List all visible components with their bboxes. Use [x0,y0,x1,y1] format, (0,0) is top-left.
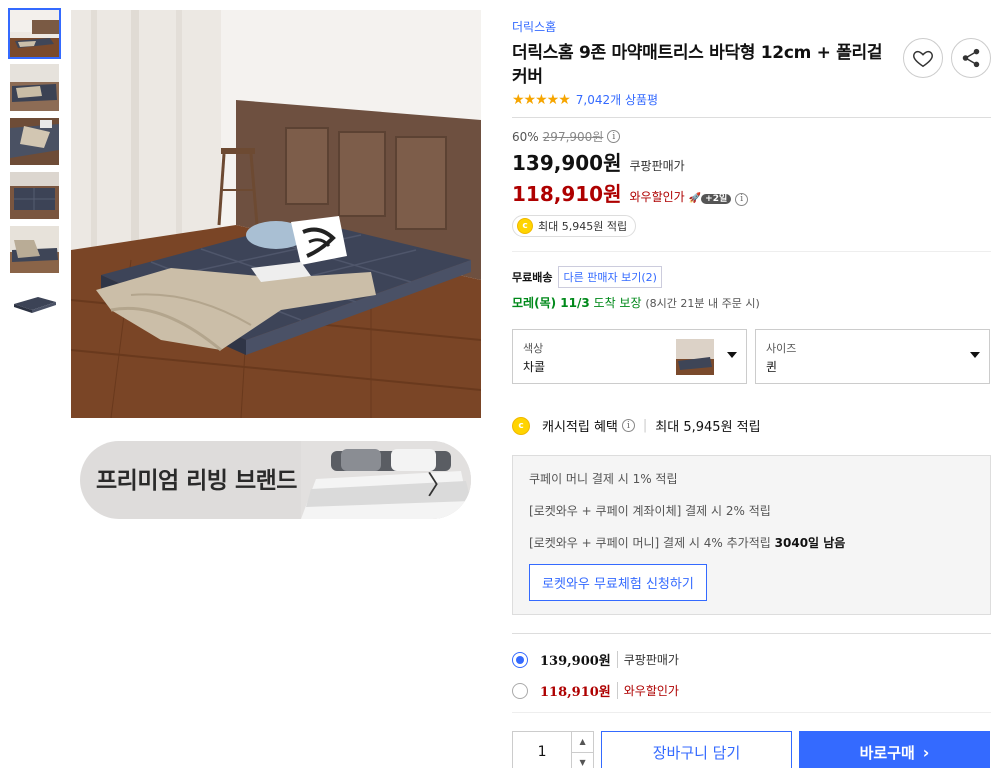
price-option-label: 쿠팡판매가 [616,651,679,668]
cashback-row: c 캐시적립 혜택 i | 최대 5,945원 적립 [512,416,991,435]
review-count-link[interactable]: 7,042개 상품평 [576,91,658,108]
price-option-label: 와우할인가 [616,682,679,699]
thumbnail-4[interactable] [10,172,59,219]
delivery-info: 무료배송 다른 판매자 보기(2) 모레(목) 11/3 도착 보장 (8시간 … [512,266,991,311]
coin-icon: c [512,416,530,435]
banner-chevron-right-icon: 〉 [426,471,453,501]
arrival-info: 모레(목) 11/3 도착 보장 (8시간 21분 내 주문 시) [512,294,991,311]
thumbnail-image [10,172,59,219]
rocket-wow-trial-button[interactable]: 로켓와우 무료체험 신청하기 [529,564,707,601]
benefit-line-1: 쿠페이 머니 결제 시 1% 적립 [529,472,678,486]
star-rating: ★★★★★ [512,91,571,108]
wow-price-label: 와우할인가 [629,190,685,204]
price-option-price: 118,910원 [540,685,611,700]
size-select[interactable]: 사이즈 퀸 [755,329,990,384]
original-price: 297,900원 [542,130,604,144]
divider [512,712,991,713]
chevron-down-icon [727,352,737,358]
discount-rate: 60% [512,129,539,144]
quantity-buttons: ▲ ▼ [572,732,593,768]
info-icon[interactable]: i [607,130,621,143]
arrival-note: (8시간 21분 내 주문 시) [645,297,760,310]
buy-now-button[interactable]: 바로구매 › [799,731,990,768]
brand-link[interactable]: 더릭스홈 [512,18,991,35]
wow-price: 118,910원 [512,182,622,206]
info-icon[interactable]: i [735,192,749,206]
coin-icon: c [517,218,533,234]
quantity-stepper: 1 ▲ ▼ [512,731,594,768]
quantity-decrease-icon[interactable]: ▼ [572,753,593,768]
thumbnail-image [10,64,59,111]
original-price-row: 60% 297,900원 i [512,128,991,145]
quantity-increase-icon[interactable]: ▲ [572,732,593,753]
premium-living-banner[interactable]: 프리미엄 리빙 브랜드 〉 [80,441,471,519]
banner-text: 프리미엄 리빙 브랜드 [96,468,297,494]
sale-price-label: 쿠팡판매가 [629,159,685,173]
chevron-down-icon [970,352,980,358]
size-select-value: 퀸 [766,360,778,374]
size-select-label: 사이즈 [766,342,797,355]
rocket-icon: 🚀 +2일 [689,191,732,204]
color-select[interactable]: 색상 차콜 [512,329,747,384]
other-sellers-button[interactable]: 다른 판매자 보기(2) [558,266,662,288]
color-option-thumbnail [676,339,714,375]
price-option-price: 139,900원 [540,654,611,669]
thumbnail-2[interactable] [10,64,59,111]
product-info-panel: 더릭스홈 더릭스홈 9존 마약매트리스 바닥형 12cm + 폴리겉커버 ★★★… [512,10,991,768]
benefit-line-3: [로켓와우 + 쿠페이 머니] 결제 시 4% 추가적립 3040일 남음 [529,534,974,551]
wishlist-button[interactable] [903,38,943,78]
thumbnail-list [8,8,61,334]
benefit-line-2: [로켓와우 + 쿠페이 계좌이체] 결제 시 2% 적립 [529,504,771,518]
price-block: 60% 297,900원 i 139,900원 쿠팡판매가 118,910원 와… [512,128,991,237]
heart-icon [913,50,933,68]
buy-now-label: 바로구매 [859,743,915,762]
add-to-cart-button[interactable]: 장바구니 담기 [601,731,792,768]
separator: | [642,418,648,433]
thumbnail-image [10,280,59,327]
share-icon [962,48,980,68]
price-option-sale[interactable]: 139,900원 쿠팡판매가 [512,650,991,669]
purchase-actions: 1 ▲ ▼ 장바구니 담기 바로구매 › [512,731,991,768]
info-icon[interactable]: i [621,419,635,432]
main-product-image[interactable] [71,10,481,418]
thumbnail-3[interactable] [10,118,59,165]
sale-price-row: 139,900원 쿠팡판매가 [512,147,991,176]
divider [512,117,991,118]
option-selectors: 색상 차콜 사이즈 퀸 [512,329,991,384]
arrival-date: 모레(목) 11/3 [512,296,590,310]
cashback-title: 캐시적립 혜택 [542,420,618,435]
free-shipping-label: 무료배송 [512,271,553,284]
thumbnail-image [10,10,59,57]
share-button[interactable] [951,38,991,78]
reward-badge: c 최대 5,945원 적립 [512,215,637,237]
thumbnail-5[interactable] [10,226,59,273]
price-option-list: 139,900원 쿠팡판매가 118,910원 와우할인가 [512,633,991,700]
reward-text: 최대 5,945원 적립 [538,220,628,233]
thumbnail-image [10,226,59,273]
quantity-input[interactable]: 1 [513,732,573,768]
rocket-badge-text: +2일 [701,194,732,204]
shipping-row: 무료배송 다른 판매자 보기(2) [512,266,991,288]
product-title: 더릭스홈 9존 마약매트리스 바닥형 12cm + 폴리겉커버 [512,43,883,87]
sale-price: 139,900원 [512,151,622,175]
product-photo [71,10,481,418]
divider [512,251,991,252]
thumbnail-1[interactable] [8,8,61,59]
chevron-right-icon: › [922,742,930,762]
rating-row: ★★★★★ 7,042개 상품평 [512,91,991,108]
benefit-days-left: 3040일 남음 [774,536,846,550]
radio-button[interactable] [512,682,528,699]
wow-price-row: 118,910원 와우할인가 🚀 +2일 i [512,178,991,207]
thumbnail-6[interactable] [10,280,59,327]
payment-benefits-box: 쿠페이 머니 결제 시 1% 적립 [로켓와우 + 쿠페이 계좌이체] 결제 시… [512,455,991,615]
arrival-guarantee: 도착 보장 [593,296,642,310]
radio-button[interactable] [512,651,528,668]
benefit-line-3-text: [로켓와우 + 쿠페이 머니] 결제 시 4% 추가적립 [529,536,771,550]
price-option-wow[interactable]: 118,910원 와우할인가 [512,681,991,700]
cashback-value: 최대 5,945원 적립 [655,420,761,435]
thumbnail-image [10,118,59,165]
